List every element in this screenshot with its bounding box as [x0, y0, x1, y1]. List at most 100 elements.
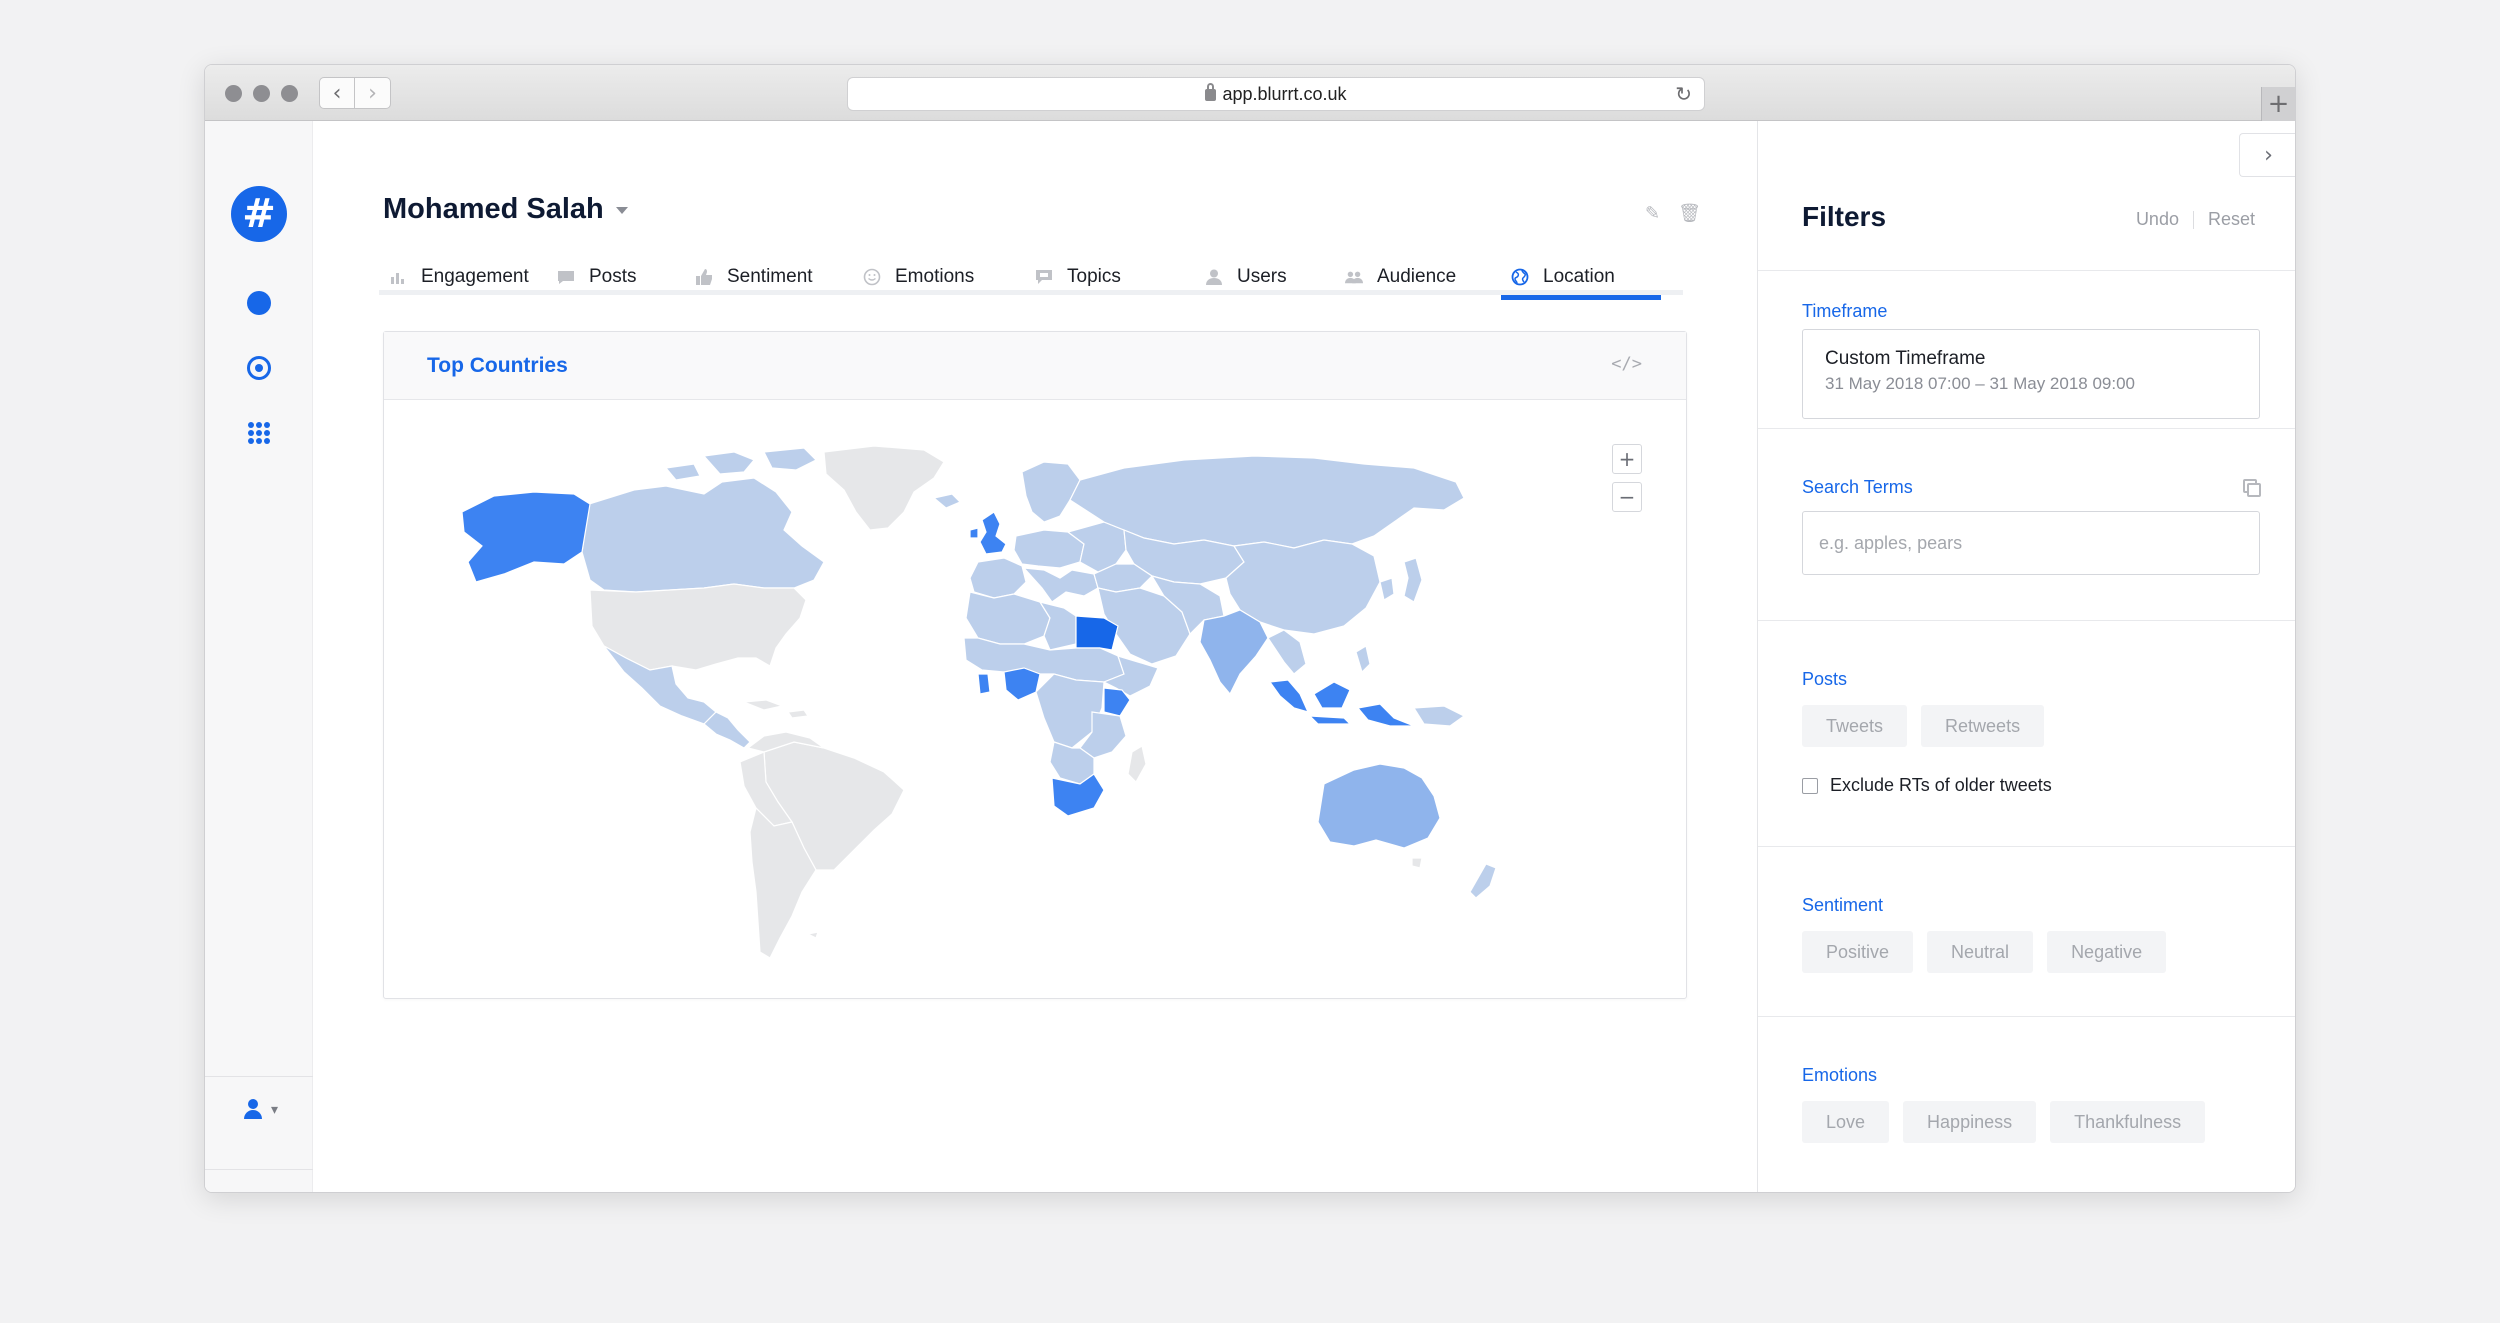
new-tab-button[interactable]: +	[2261, 87, 2295, 121]
country-italy-balkans[interactable]	[1022, 567, 1099, 603]
target-icon[interactable]	[247, 356, 271, 380]
address-bar[interactable]: app.blurrt.co.uk ↻	[847, 77, 1705, 111]
tab-location[interactable]: Location	[1501, 259, 1661, 300]
country-scandinavia[interactable]	[1021, 461, 1081, 523]
neutral-chip[interactable]: Neutral	[1927, 931, 2034, 973]
tab-label: Topics	[1067, 266, 1121, 287]
back-button[interactable]: ‹	[319, 77, 355, 109]
tab-topics[interactable]: Topics	[1025, 259, 1195, 295]
arctic-islands[interactable]	[664, 447, 818, 481]
tab-label: Audience	[1377, 266, 1457, 287]
country-australia[interactable]	[1317, 763, 1441, 849]
country-philippines[interactable]	[1355, 645, 1371, 674]
caribbean[interactable]	[743, 699, 810, 719]
positive-chip[interactable]: Positive	[1802, 931, 1914, 973]
timeframe-section: Timeframe Custom Timeframe 31 May 2018 0…	[1758, 271, 2295, 429]
tab-label: Emotions	[895, 266, 975, 287]
tab-label: Users	[1237, 266, 1287, 287]
lock-icon	[1205, 83, 1217, 101]
speech-bubble-icon	[557, 269, 575, 285]
embed-code-icon[interactable]: </>	[1611, 354, 1642, 374]
country-tasmania[interactable]	[1411, 857, 1423, 869]
divider	[2192, 210, 2194, 229]
trash-icon[interactable]: 🗑	[1678, 203, 1701, 224]
account-menu[interactable]: ▾	[243, 1099, 278, 1119]
timeframe-range: 31 May 2018 07:00 – 31 May 2018 09:00	[1825, 374, 2136, 393]
search-terms-box	[1802, 511, 2260, 575]
undo-button[interactable]: Undo	[2136, 209, 2179, 230]
tab-engagement[interactable]: Engagement	[379, 259, 547, 295]
country-papua[interactable]	[1412, 705, 1466, 727]
country-madagascar[interactable]	[1127, 745, 1147, 783]
tab-audience[interactable]: Audience	[1335, 259, 1501, 295]
emotions-label: Emotions	[1802, 1065, 1878, 1085]
pencil-icon[interactable]: ✎	[1645, 203, 1660, 224]
plus-icon: +	[2267, 89, 2290, 119]
apps-grid-icon[interactable]	[248, 422, 270, 444]
island-falklands[interactable]	[806, 931, 819, 939]
emotions-section: Emotions Love Happiness Thankfulness	[1758, 1017, 2295, 1192]
tab-emotions[interactable]: Emotions	[853, 259, 1025, 295]
posts-section: Posts Tweets Retweets Exclude RTs of old…	[1758, 621, 2295, 847]
country-nigeria[interactable]	[1003, 667, 1041, 701]
country-india[interactable]	[1199, 609, 1269, 696]
tab-label: Posts	[589, 266, 637, 287]
world-map[interactable]	[404, 412, 1644, 992]
hashtag-logo-icon[interactable]: #	[231, 186, 287, 242]
zoom-window-button[interactable]	[281, 85, 298, 102]
globe-icon	[1511, 268, 1529, 286]
country-iceland[interactable]	[932, 493, 962, 509]
love-chip[interactable]: Love	[1802, 1101, 1890, 1143]
search-terms-section: Search Terms	[1758, 429, 2295, 621]
user-icon	[1205, 269, 1223, 285]
title-actions: ✎ 🗑	[1645, 203, 1701, 224]
chevron-right-icon: ›	[368, 80, 377, 106]
country-united-kingdom[interactable]	[969, 511, 1007, 555]
caret-down-icon	[615, 207, 628, 214]
caret-down-icon: ▾	[271, 1100, 279, 1117]
browser-window: ‹ › app.blurrt.co.uk ↻ + # ▾ ? › Mohamed…	[204, 64, 2296, 1193]
minimize-window-button[interactable]	[253, 85, 270, 102]
tab-users[interactable]: Users	[1195, 259, 1335, 295]
app-sidebar: # ▾ ?	[205, 121, 313, 1192]
country-alaska[interactable]	[461, 491, 591, 583]
main-content: Mohamed Salah ✎ 🗑 Engagement Posts Senti…	[313, 121, 1757, 1192]
country-greenland[interactable]	[823, 445, 945, 531]
reset-button[interactable]: Reset	[2208, 209, 2255, 230]
tweets-chip[interactable]: Tweets	[1802, 705, 1908, 747]
dashboard-dot-icon[interactable]	[247, 291, 271, 315]
country-canada[interactable]	[581, 477, 825, 593]
user-icon	[243, 1099, 263, 1119]
country-indonesia[interactable]	[1268, 679, 1415, 727]
timeframe-picker[interactable]: Custom Timeframe 31 May 2018 07:00 – 31 …	[1802, 329, 2260, 419]
retweets-chip[interactable]: Retweets	[1921, 705, 2045, 747]
window-controls	[225, 85, 298, 102]
country-southeast-asia[interactable]	[1267, 629, 1307, 675]
reload-icon[interactable]: ↻	[1675, 82, 1692, 106]
timeframe-title: Custom Timeframe	[1825, 348, 1986, 369]
tab-posts[interactable]: Posts	[547, 259, 685, 295]
posts-label: Posts	[1802, 669, 1848, 689]
collapse-filters-button[interactable]: ›	[2239, 133, 2295, 177]
central-america[interactable]	[703, 711, 751, 749]
negative-chip[interactable]: Negative	[2047, 931, 2167, 973]
happiness-chip[interactable]: Happiness	[1903, 1101, 2037, 1143]
country-ghana[interactable]	[977, 673, 991, 695]
country-new-zealand[interactable]	[1469, 863, 1497, 899]
exclude-rts-option[interactable]: Exclude RTs of older tweets	[1802, 775, 2052, 796]
search-terms-input[interactable]	[1803, 512, 2259, 574]
country-korea-japan[interactable]	[1379, 557, 1423, 603]
analysis-tabs: Engagement Posts Sentiment Emotions Topi…	[379, 259, 1683, 300]
card-title: Top Countries	[427, 353, 568, 377]
country-morocco-algeria[interactable]	[965, 591, 1051, 645]
country-france-spain[interactable]	[969, 557, 1027, 599]
project-selector[interactable]: Mohamed Salah	[383, 193, 628, 226]
thankfulness-chip[interactable]: Thankfulness	[2050, 1101, 2206, 1143]
close-window-button[interactable]	[225, 85, 242, 102]
forward-button[interactable]: ›	[355, 77, 391, 109]
tab-sentiment[interactable]: Sentiment	[685, 259, 853, 295]
copy-icon[interactable]	[2243, 479, 2261, 497]
exclude-rts-checkbox[interactable]	[1802, 777, 1818, 794]
sentiment-label: Sentiment	[1802, 895, 1884, 915]
filters-title: Filters	[1802, 201, 1887, 232]
